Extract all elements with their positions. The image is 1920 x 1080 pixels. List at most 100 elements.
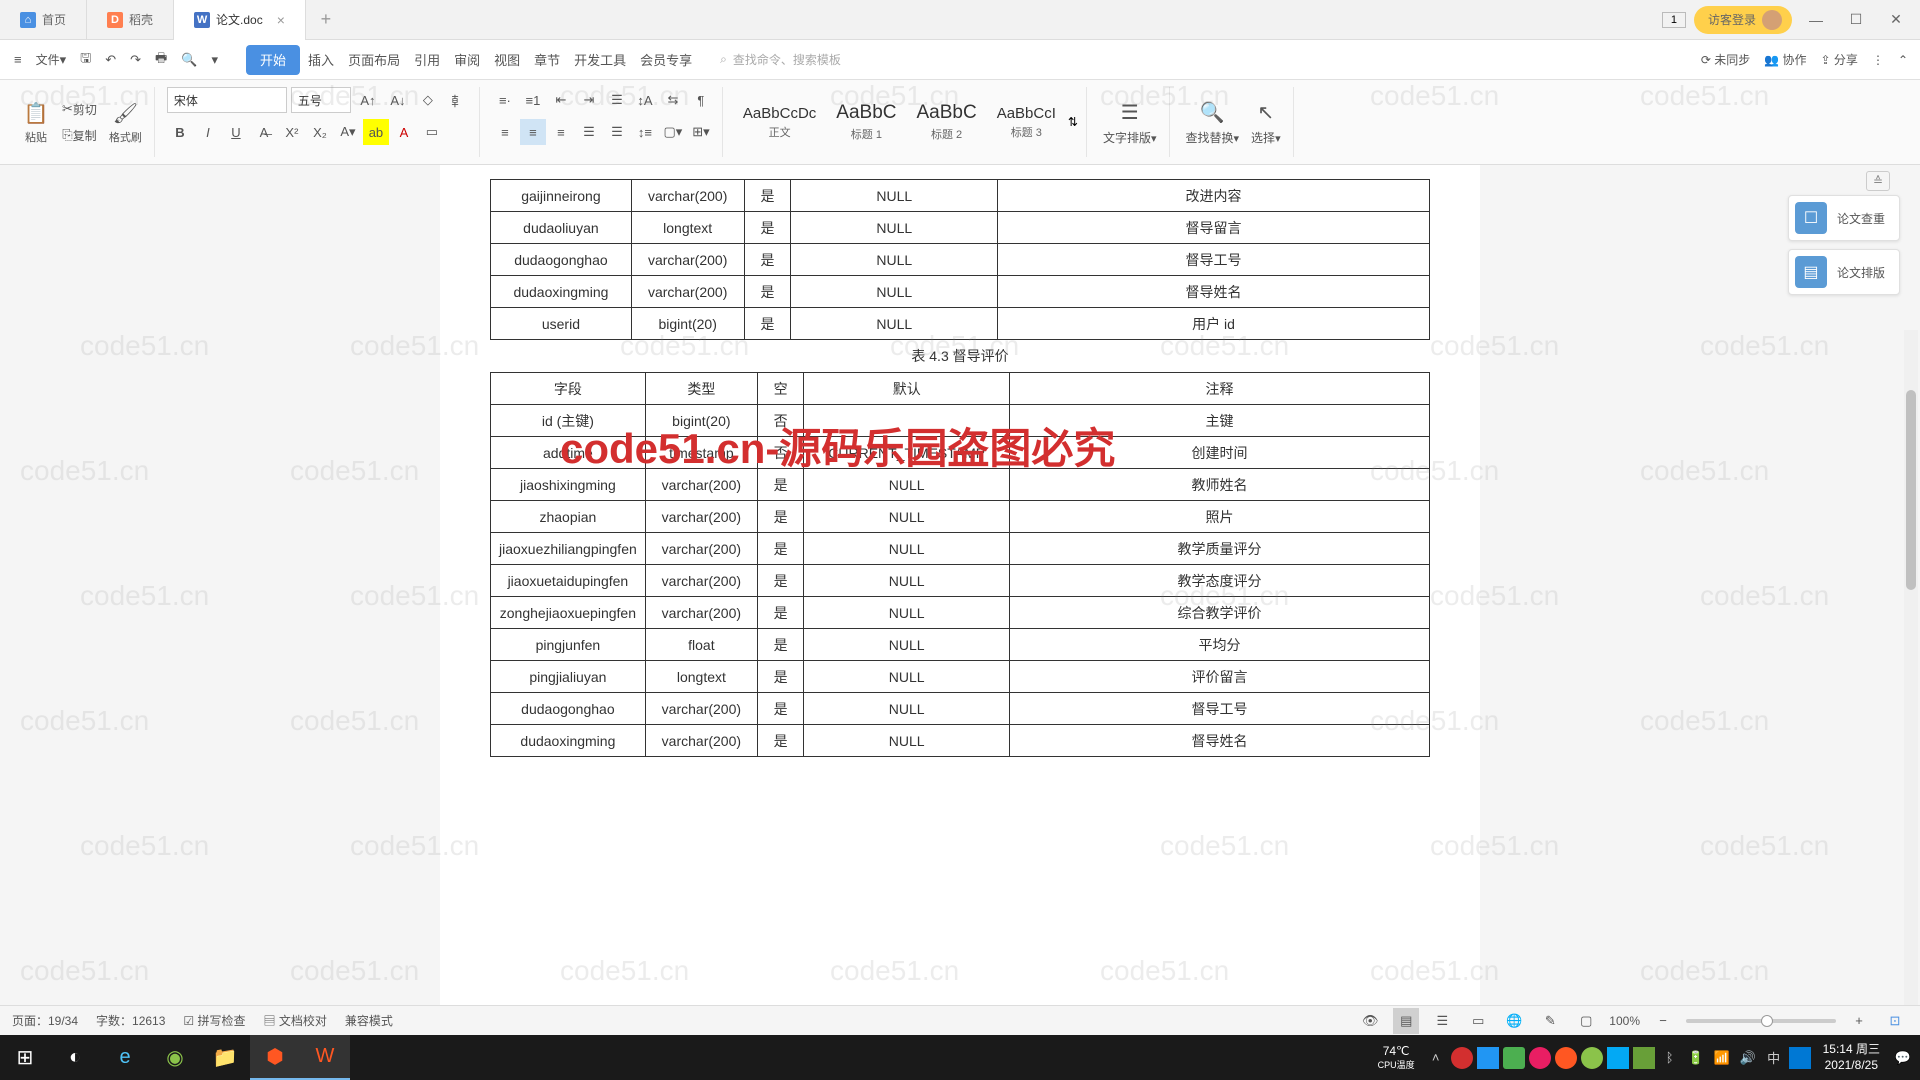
task-explorer[interactable]: 📁 <box>200 1035 250 1080</box>
tray-1-icon[interactable] <box>1451 1047 1473 1069</box>
style-normal[interactable]: AaBbCcDc正文 <box>735 103 824 142</box>
menu-start[interactable]: 开始 <box>246 45 300 75</box>
view-web-icon[interactable]: 🌐 <box>1501 1008 1527 1034</box>
save-icon[interactable]: 🖫 <box>74 45 97 75</box>
font-select[interactable] <box>167 87 287 113</box>
underline-button[interactable]: U <box>223 119 249 145</box>
paste-button[interactable]: 📋粘贴 <box>18 99 54 145</box>
indent-inc-icon[interactable]: ⇥ <box>576 87 602 113</box>
view-read-icon[interactable]: ▭ <box>1465 1008 1491 1034</box>
task-browser[interactable]: ◉ <box>150 1035 200 1080</box>
task-app1[interactable]: ⬢ <box>250 1035 300 1080</box>
side-format[interactable]: ▤论文排版 <box>1788 249 1900 295</box>
menu-review[interactable]: 审阅 <box>448 45 486 75</box>
workspace-indicator[interactable]: 1 <box>1662 12 1686 28</box>
edit-icon[interactable]: ✎ <box>1537 1008 1563 1034</box>
tray-8-icon[interactable] <box>1633 1047 1655 1069</box>
align-left-icon[interactable]: ≡ <box>492 119 518 145</box>
preview-icon[interactable]: 🔍 <box>175 45 203 75</box>
shrink-font-icon[interactable]: A↓ <box>385 87 411 113</box>
bold-button[interactable]: B <box>167 119 193 145</box>
menu-view[interactable]: 视图 <box>488 45 526 75</box>
close-icon[interactable]: × <box>277 12 285 28</box>
find-replace-button[interactable]: 🔍查找替换▾ <box>1182 99 1244 146</box>
align-right-icon[interactable]: ≡ <box>548 119 574 145</box>
tab-icon[interactable]: ⇆ <box>660 87 686 113</box>
wifi-icon[interactable]: 📶 <box>1711 1047 1733 1069</box>
zoom-value[interactable]: 100% <box>1609 1014 1640 1028</box>
marks-icon[interactable]: ¶ <box>688 87 714 113</box>
task-ie[interactable]: e <box>100 1035 150 1080</box>
search-input[interactable]: ⌕查找命令、搜索模板 <box>720 51 841 68</box>
tray-4-icon[interactable] <box>1529 1047 1551 1069</box>
word-count[interactable]: 字数：12613 <box>96 1012 165 1029</box>
sort-icon[interactable]: ☰ <box>604 87 630 113</box>
menu-ref[interactable]: 引用 <box>408 45 446 75</box>
cpu-temp[interactable]: 74℃CPU温度 <box>1378 1044 1415 1071</box>
zoom-slider[interactable] <box>1686 1019 1836 1023</box>
borders-icon[interactable]: ⊞▾ <box>688 119 714 145</box>
tray-5-icon[interactable] <box>1555 1047 1577 1069</box>
distribute-icon[interactable]: ☰ <box>604 119 630 145</box>
zoom-in-icon[interactable]: + <box>1846 1008 1872 1034</box>
view-outline-icon[interactable]: ☰ <box>1429 1008 1455 1034</box>
close-button[interactable]: ✕ <box>1880 0 1912 40</box>
copy-button[interactable]: ⎘ 复制 <box>58 122 101 148</box>
tab-app[interactable]: D稻壳 <box>87 0 174 40</box>
bullets-icon[interactable]: ≡· <box>492 87 518 113</box>
view-page-icon[interactable]: ▤ <box>1393 1008 1419 1034</box>
grow-font-icon[interactable]: A↑ <box>355 87 381 113</box>
maximize-button[interactable]: ☐ <box>1840 0 1872 40</box>
style-h1[interactable]: AaBbC标题 1 <box>828 100 904 144</box>
clear-format-icon[interactable]: ◇ <box>415 87 441 113</box>
justify-icon[interactable]: ☰ <box>576 119 602 145</box>
zoom-out-icon[interactable]: − <box>1650 1008 1676 1034</box>
menu-dev[interactable]: 开发工具 <box>568 45 632 75</box>
menu-icon[interactable]: ≡ <box>8 45 28 75</box>
strike-button[interactable]: A̶ <box>251 119 277 145</box>
tray-6-icon[interactable] <box>1581 1047 1603 1069</box>
more-icon[interactable]: ▾ <box>206 45 225 75</box>
task-obs[interactable]: ◐ <box>50 1035 100 1080</box>
line-spacing-icon[interactable]: ↕≡ <box>632 119 658 145</box>
bluetooth-icon[interactable]: ᛒ <box>1659 1047 1681 1069</box>
italic-button[interactable]: I <box>195 119 221 145</box>
tab-add[interactable]: + <box>306 9 346 30</box>
share-button[interactable]: ⇪ 分享 <box>1821 51 1858 68</box>
tray-3-icon[interactable] <box>1503 1047 1525 1069</box>
scroll-thumb[interactable] <box>1906 390 1916 590</box>
side-check[interactable]: ☐论文查重 <box>1788 195 1900 241</box>
start-icon[interactable]: ⊞ <box>0 1035 50 1080</box>
tray-2-icon[interactable] <box>1477 1047 1499 1069</box>
menu-insert[interactable]: 插入 <box>302 45 340 75</box>
ime-icon[interactable]: 中 <box>1763 1047 1785 1069</box>
volume-icon[interactable]: 🔊 <box>1737 1047 1759 1069</box>
undo-icon[interactable]: ↶ <box>99 45 122 75</box>
scrollbar-vertical[interactable] <box>1904 330 1918 1035</box>
text-layout-button[interactable]: ☰文字排版▾ <box>1099 99 1161 146</box>
collab-button[interactable]: 👥 协作 <box>1764 51 1806 68</box>
styles-more-icon[interactable]: ⇅ <box>1068 115 1078 129</box>
collapse-ribbon-icon[interactable]: ⌃ <box>1898 53 1908 67</box>
menu-member[interactable]: 会员专享 <box>634 45 698 75</box>
menu-file[interactable]: 文件 ▾ <box>30 45 73 75</box>
view-eye-icon[interactable]: 👁 <box>1357 1008 1383 1034</box>
style-h3[interactable]: AaBbCcI标题 3 <box>989 103 1064 142</box>
battery-icon[interactable]: 🔋 <box>1685 1047 1707 1069</box>
login-button[interactable]: 访客登录 <box>1694 6 1792 34</box>
sync-status[interactable]: ⟳ 未同步 <box>1701 51 1750 68</box>
select-button[interactable]: ↖选择▾ <box>1247 99 1285 146</box>
tray-9-icon[interactable] <box>1789 1047 1811 1069</box>
shading-icon[interactable]: ▢▾ <box>660 119 686 145</box>
highlight-button[interactable]: ab <box>363 119 389 145</box>
superscript-button[interactable]: X² <box>279 119 305 145</box>
document-page[interactable]: gaijinneirongvarchar(200)是NULL改进内容dudaol… <box>440 165 1480 1035</box>
more-icon[interactable]: ⋮ <box>1872 53 1884 67</box>
notifications-icon[interactable]: 💬 <box>1892 1047 1914 1069</box>
style-h2[interactable]: AaBbC标题 2 <box>908 100 984 144</box>
page-indicator[interactable]: 页面：19/34 <box>12 1012 78 1029</box>
redo-icon[interactable]: ↷ <box>124 45 147 75</box>
cut-button[interactable]: ✂ 剪切 <box>58 96 101 122</box>
minimize-button[interactable]: — <box>1800 0 1832 40</box>
tray-7-icon[interactable] <box>1607 1047 1629 1069</box>
